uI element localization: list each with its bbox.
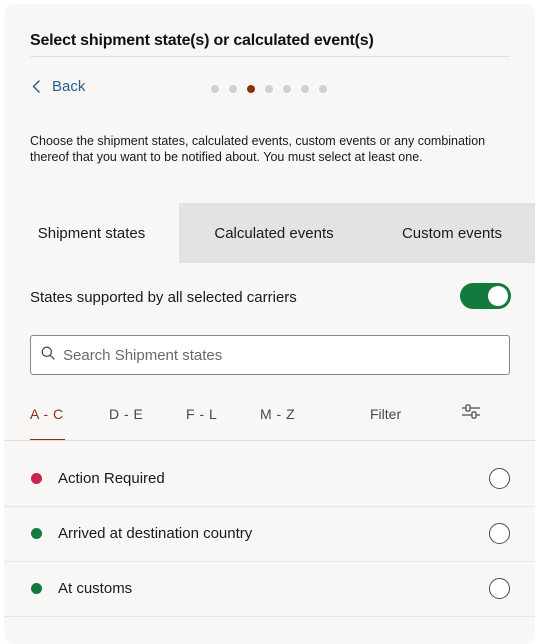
alpha-tab-f-l[interactable]: F - L — [186, 406, 217, 422]
alpha-tab-d-e[interactable]: D - E — [109, 406, 143, 422]
status-dot — [31, 583, 42, 594]
tab-label: Custom events — [401, 224, 503, 242]
state-label: At customs — [58, 580, 133, 597]
step-dot — [247, 85, 255, 93]
step-dot — [319, 85, 327, 93]
alpha-tab-m-z[interactable]: M - Z — [260, 406, 295, 422]
toggle-knob — [488, 286, 508, 306]
dialog-title: Select shipment state(s) or calculated e… — [30, 32, 374, 49]
step-dot — [283, 85, 291, 93]
state-list: Action Required Arrived at destination c… — [4, 452, 535, 617]
filter-divider — [4, 440, 535, 441]
list-item[interactable]: Arrived at destination country — [4, 507, 535, 562]
tab-calculated-events[interactable]: Calculated events — [179, 203, 369, 263]
carrier-toggle-label: States supported by all selected carrier… — [30, 289, 297, 306]
step-dot — [229, 85, 237, 93]
tab-label: Shipment states — [37, 224, 146, 242]
state-radio[interactable] — [489, 578, 510, 599]
step-dot — [301, 85, 309, 93]
sliders-icon[interactable] — [461, 403, 481, 426]
state-radio[interactable] — [489, 468, 510, 489]
intro-text: Choose the shipment states, calculated e… — [30, 134, 486, 164]
list-item[interactable]: Action Required — [4, 452, 535, 507]
title-divider — [30, 56, 510, 57]
tab-custom-events[interactable]: Custom events — [369, 203, 535, 263]
step-dot — [265, 85, 273, 93]
tab-label: Calculated events — [214, 224, 334, 242]
status-dot — [31, 473, 42, 484]
back-button[interactable]: Back — [32, 78, 85, 95]
step-indicator — [211, 85, 327, 93]
search-input[interactable] — [63, 346, 509, 364]
step-dot — [211, 85, 219, 93]
tab-shipment-states[interactable]: Shipment states — [4, 203, 179, 263]
carrier-toggle[interactable] — [460, 283, 511, 309]
status-dot — [31, 528, 42, 539]
tab-bar: Shipment states Calculated events Custom… — [4, 203, 535, 263]
alpha-tab-a-c[interactable]: A - C — [30, 406, 64, 422]
state-label: Action Required — [58, 470, 165, 487]
chevron-left-icon — [32, 80, 40, 93]
back-label: Back — [52, 78, 86, 95]
state-radio[interactable] — [489, 523, 510, 544]
search-box — [30, 335, 510, 375]
shipment-state-dialog: Select shipment state(s) or calculated e… — [4, 4, 535, 644]
state-label: Arrived at destination country — [58, 525, 253, 542]
list-item[interactable]: At customs — [4, 562, 535, 617]
search-icon — [41, 346, 55, 365]
filter-button[interactable]: Filter — [370, 406, 401, 422]
alphabet-filter-bar: A - C D - E F - L M - Z Filter — [4, 396, 535, 441]
